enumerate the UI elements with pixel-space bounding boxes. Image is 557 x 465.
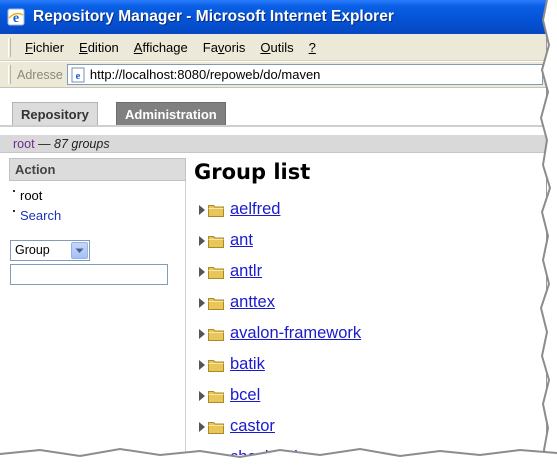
sidebar: Action root Search Group: [0, 158, 186, 455]
group-list-item: avalon-framework: [198, 318, 361, 349]
tab-administration[interactable]: Administration: [116, 102, 226, 125]
group-link[interactable]: castor: [230, 417, 275, 436]
breadcrumb-root-link[interactable]: root: [13, 137, 35, 151]
breadcrumb-count: — 87 groups: [34, 137, 110, 151]
menu-favoris[interactable]: Favoris: [195, 40, 253, 55]
menu-bar: Fichier Edition Affichage Favoris Outils…: [0, 34, 546, 61]
group-link[interactable]: ant: [230, 231, 253, 250]
torn-edge-decoration: [539, 0, 557, 465]
window-title: Repository Manager - Microsoft Internet …: [33, 8, 394, 25]
menu-help[interactable]: ?: [301, 40, 323, 55]
group-list: aelfred ant antlr anttex avalon-framework bat…: [198, 194, 361, 455]
toolbar-grip[interactable]: [8, 37, 11, 57]
tab-repository[interactable]: Repository: [12, 102, 98, 125]
address-url: http://localhost:8080/repoweb/do/maven: [89, 67, 321, 82]
group-link[interactable]: avalon-framework: [230, 324, 361, 343]
expand-arrow-icon[interactable]: [198, 235, 206, 247]
group-link[interactable]: antlr: [230, 262, 262, 281]
menu-affichage[interactable]: Affichage: [126, 40, 195, 55]
group-list-item: aelfred: [198, 194, 361, 225]
search-input[interactable]: [10, 264, 168, 285]
menu-edition[interactable]: Edition: [71, 40, 126, 55]
svg-text:e: e: [75, 70, 80, 82]
breadcrumb: root — 87 groups: [0, 135, 546, 153]
menu-outils[interactable]: Outils: [252, 40, 300, 55]
group-link[interactable]: aelfred: [230, 200, 280, 219]
folder-icon: [208, 421, 224, 434]
folder-icon: [208, 297, 224, 310]
action-list: root Search: [13, 186, 61, 226]
group-list-item: castor: [198, 411, 361, 442]
torn-bottom-decoration: [0, 447, 557, 465]
action-item-root[interactable]: root: [13, 186, 61, 206]
page-title: Group list: [194, 160, 311, 184]
group-list-item: anttex: [198, 287, 361, 318]
action-header: Action: [9, 158, 186, 181]
search-type-select[interactable]: Group: [10, 240, 90, 261]
tab-bar: Repository Administration: [0, 89, 546, 127]
expand-arrow-icon[interactable]: [198, 421, 206, 433]
expand-arrow-icon[interactable]: [198, 328, 206, 340]
group-link[interactable]: anttex: [230, 293, 275, 312]
bullet-icon: [13, 210, 15, 212]
group-list-item: batik: [198, 349, 361, 380]
main-content: Group list aelfred ant antlr anttex avalon-f…: [194, 158, 544, 455]
expand-arrow-icon[interactable]: [198, 297, 206, 309]
page-content: Repository Administration root — 87 grou…: [0, 89, 546, 455]
folder-icon: [208, 359, 224, 372]
expand-arrow-icon[interactable]: [198, 359, 206, 371]
expand-arrow-icon[interactable]: [198, 204, 206, 216]
chevron-down-icon[interactable]: [71, 242, 88, 259]
bullet-icon: [13, 190, 15, 192]
expand-arrow-icon[interactable]: [198, 390, 206, 402]
group-link[interactable]: batik: [230, 355, 265, 374]
address-label: Adresse: [17, 67, 63, 82]
toolbar-grip[interactable]: [8, 65, 11, 84]
folder-icon: [208, 390, 224, 403]
group-list-item: antlr: [198, 256, 361, 287]
title-bar[interactable]: e Repository Manager - Microsoft Interne…: [0, 0, 546, 34]
folder-icon: [208, 235, 224, 248]
expand-arrow-icon[interactable]: [198, 266, 206, 278]
folder-icon: [208, 204, 224, 217]
action-item-search[interactable]: Search: [13, 206, 61, 226]
menu-fichier[interactable]: Fichier: [17, 40, 71, 55]
group-link[interactable]: bcel: [230, 386, 260, 405]
browser-window: e Repository Manager - Microsoft Interne…: [0, 0, 547, 455]
group-list-item: bcel: [198, 380, 361, 411]
address-input[interactable]: e http://localhost:8080/repoweb/do/maven: [66, 64, 543, 85]
address-bar: Adresse e http://localhost:8080/repoweb/…: [0, 62, 546, 88]
internet-explorer-icon: e: [7, 8, 25, 26]
folder-icon: [208, 266, 224, 279]
page-icon: e: [70, 67, 86, 83]
folder-icon: [208, 328, 224, 341]
group-list-item: ant: [198, 225, 361, 256]
search-type-value: Group: [15, 243, 50, 257]
